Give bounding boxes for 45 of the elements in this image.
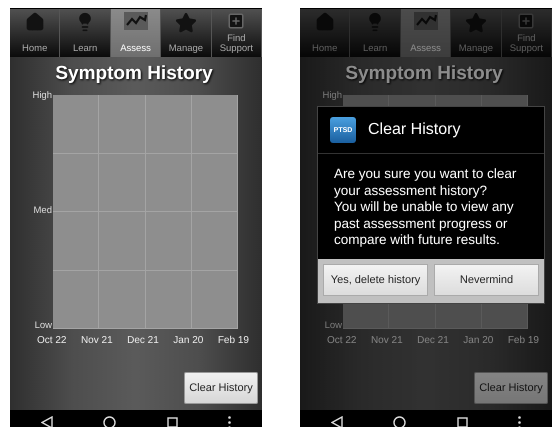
dialog-button[interactable]: Nevermind <box>434 264 539 296</box>
home-icon[interactable] <box>103 416 116 427</box>
line-chart-icon <box>414 12 438 30</box>
nav-tab[interactable]: Assess <box>110 9 162 57</box>
axis-label: Oct 22 <box>37 335 66 346</box>
dialog-message: Are you sure you want to clear your assessment history? <box>334 166 518 199</box>
dialog-message: You will be unable to view any past assessment progress or compare with future results. <box>334 199 515 248</box>
more-options-icon[interactable] <box>518 416 521 427</box>
nav-tab[interactable]: Learn <box>60 9 111 57</box>
axis-label: High <box>322 91 343 101</box>
clear-history-button[interactable]: Clear History <box>184 372 258 404</box>
axis-label: Nov 21 <box>80 335 113 346</box>
axis-label: Low <box>34 321 53 331</box>
axis-label: Med <box>34 206 53 216</box>
recents-icon[interactable] <box>456 417 468 427</box>
nav-tab[interactable]: Home <box>10 9 60 57</box>
house-icon <box>24 12 45 32</box>
plus-square-icon <box>227 12 246 30</box>
axis-label: Feb 19 <box>508 335 539 346</box>
more-options-icon[interactable] <box>228 416 231 427</box>
back-icon[interactable] <box>331 416 344 427</box>
axis-label: Dec 21 <box>127 335 159 346</box>
screen-title: Symptom History <box>345 63 503 85</box>
axis-label: Nov 21 <box>370 335 403 346</box>
star-icon <box>464 12 487 34</box>
axis-label: High <box>32 91 53 101</box>
recents-icon[interactable] <box>166 417 178 427</box>
home-icon[interactable] <box>393 416 406 427</box>
nav-tab[interactable]: Find Support <box>212 9 262 57</box>
dialog-title: Clear History <box>368 121 460 139</box>
axis-label: Feb 19 <box>218 335 249 346</box>
axis-label: Low <box>324 321 343 331</box>
dialog-button[interactable]: Yes, delete history <box>323 264 428 296</box>
screen-title: Symptom History <box>55 63 213 85</box>
star-icon <box>174 12 197 34</box>
line-chart-icon <box>124 12 148 30</box>
plus-square-icon <box>517 12 536 30</box>
back-icon[interactable] <box>41 416 54 427</box>
axis-label: Jan 20 <box>173 335 204 346</box>
house-icon <box>314 12 335 32</box>
axis-label: Oct 22 <box>327 335 356 346</box>
clear-history-button[interactable]: Clear History <box>474 372 548 404</box>
nav-tab[interactable]: Manage <box>161 9 212 57</box>
axis-label: Jan 20 <box>463 335 494 346</box>
axis-label: Dec 21 <box>417 335 449 346</box>
